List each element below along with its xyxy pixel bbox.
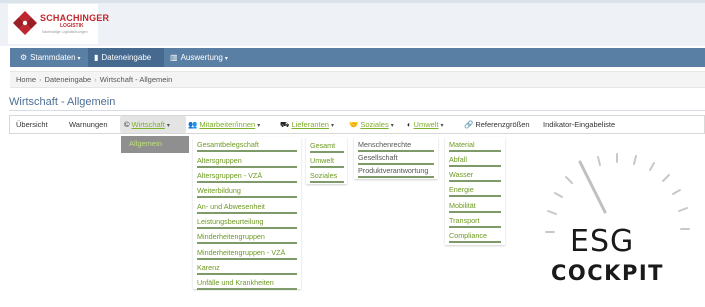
menu-item-lieferanten-soziales[interactable]: Soziales <box>310 171 344 183</box>
menu-item-gesellschaft[interactable]: Gesellschaft <box>358 153 434 165</box>
logo-mark-icon <box>13 11 37 35</box>
truck-icon: ⛟ <box>280 120 290 129</box>
header-background <box>0 0 705 46</box>
tab-umwelt[interactable]: ◐ Umwelt ▾ <box>407 116 444 133</box>
tab-uebersicht[interactable]: Übersicht <box>16 116 48 133</box>
title-divider <box>9 110 705 111</box>
nav-stammdaten[interactable]: ⚙ Stammdaten ▾ <box>14 48 88 67</box>
menu-item-menschenrechte[interactable]: Menschenrechte <box>358 140 434 152</box>
menu-item-material[interactable]: Material <box>449 140 501 152</box>
menu-item-karenz[interactable]: Karenz <box>197 263 297 275</box>
tab-mitarbeiter[interactable]: 👥 Mitarbeiter/innen ▾ <box>188 116 260 133</box>
link-icon: 🔗 <box>464 120 474 129</box>
breadcrumb-current: Wirtschaft - Allgemein <box>99 75 173 84</box>
breadcrumb-dateneingabe[interactable]: Dateneingabe <box>45 75 92 84</box>
logo-tagline: Nachhaltige Logistiklösungen <box>42 30 88 34</box>
breadcrumb: Home › Dateneingabe › Wirtschaft - Allgemein <box>10 71 705 88</box>
menu-item-altersgruppen-vza[interactable]: Altersgruppen - VZÄ <box>197 171 297 183</box>
globe-icon: ◐ <box>407 120 412 129</box>
menu-item-energie[interactable]: Energie <box>449 185 501 197</box>
nav-dateneingabe-label: Dateneingabe <box>101 53 152 62</box>
tab-soziales[interactable]: 🤝 Soziales ▾ <box>349 116 394 133</box>
dropdown-mitarbeiter: Gesamtbelegschaft Altersgruppen Altersgr… <box>193 137 301 290</box>
tab-referenzgroessen[interactable]: 🔗 Referenzgrößen <box>464 116 530 133</box>
tab-warnungen[interactable]: Warnungen <box>69 116 108 133</box>
menu-item-mobilitaet[interactable]: Mobilität <box>449 201 501 213</box>
menu-item-an-abwesenheit[interactable]: An- und Abwesenheit <box>197 202 297 214</box>
dropdown-lieferanten: Gesamt Umwelt Soziales <box>306 137 347 184</box>
nav-stammdaten-label: Stammdaten <box>30 53 76 62</box>
logo-sub: LOGISTIK <box>60 23 84 29</box>
menu-item-weiterbildung[interactable]: Weiterbildung <box>197 186 297 198</box>
menu-item-minderheitengruppen[interactable]: Minderheitengruppen <box>197 232 297 244</box>
gears-icon: ⚙ <box>20 53 28 62</box>
menu-item-leistungsbeurteilung[interactable]: Leistungsbeurteilung <box>197 217 297 229</box>
nav-auswertung[interactable]: ▥ Auswertung ▾ <box>166 48 246 67</box>
menu-item-minderheitengruppen-vza[interactable]: Minderheitengruppen - VZÄ <box>197 248 297 260</box>
tab-wirtschaft[interactable]: © Wirtschaft ▾ <box>120 116 186 133</box>
menu-item-transport[interactable]: Transport <box>449 216 501 228</box>
copyright-icon: © <box>124 120 130 129</box>
handshake-icon: 🤝 <box>349 120 359 129</box>
tab-lieferanten[interactable]: ⛟ Lieferanten ▾ <box>280 116 334 133</box>
main-navbar: ⚙ Stammdaten ▾ ▮ Dateneingabe ▥ Auswertung ▾ <box>10 48 705 67</box>
tab-bar: Übersicht Warnungen © Wirtschaft ▾ 👥 Mitarb… <box>9 115 705 134</box>
menu-item-compliance[interactable]: Compliance <box>449 231 501 243</box>
bar-chart-icon: ▥ <box>170 53 178 62</box>
menu-item-gesamtbelegschaft[interactable]: Gesamtbelegschaft <box>197 140 297 152</box>
esg-label: ESG <box>570 224 635 259</box>
dropdown-umwelt: Material Abfall Wasser Energie Mobilität… <box>445 137 505 245</box>
menu-item-unfaelle-krankheiten[interactable]: Unfälle und Krankheiten <box>197 278 297 290</box>
menu-item-lieferanten-gesamt[interactable]: Gesamt <box>310 141 344 153</box>
menu-item-wasser[interactable]: Wasser <box>449 170 501 182</box>
document-icon: ▮ <box>94 53 99 62</box>
tab-indikator-eingabeliste[interactable]: Indikator-Eingabeliste <box>543 116 615 133</box>
nav-auswertung-label: Auswertung <box>180 53 223 62</box>
page-title: Wirtschaft - Allgemein <box>9 96 116 108</box>
dropdown-soziales: Menschenrechte Gesellschaft Produktveran… <box>354 137 438 179</box>
logo-name: SCHACHINGER <box>40 13 110 23</box>
nav-dateneingabe[interactable]: ▮ Dateneingabe <box>88 48 164 67</box>
company-logo[interactable]: SCHACHINGER LOGISTIK Nachhaltige Logisti… <box>8 4 109 44</box>
menu-item-lieferanten-umwelt[interactable]: Umwelt <box>310 156 344 168</box>
menu-item-produktverantwortung[interactable]: Produktverantwortung <box>358 166 434 178</box>
menu-item-altersgruppen[interactable]: Altersgruppen <box>197 156 297 168</box>
users-icon: 👥 <box>188 120 198 129</box>
breadcrumb-home[interactable]: Home <box>16 75 36 84</box>
menu-item-abfall[interactable]: Abfall <box>449 155 501 167</box>
menu-item-allgemein[interactable]: Allgemein <box>121 136 189 153</box>
cockpit-label: COCKPIT <box>551 261 664 285</box>
